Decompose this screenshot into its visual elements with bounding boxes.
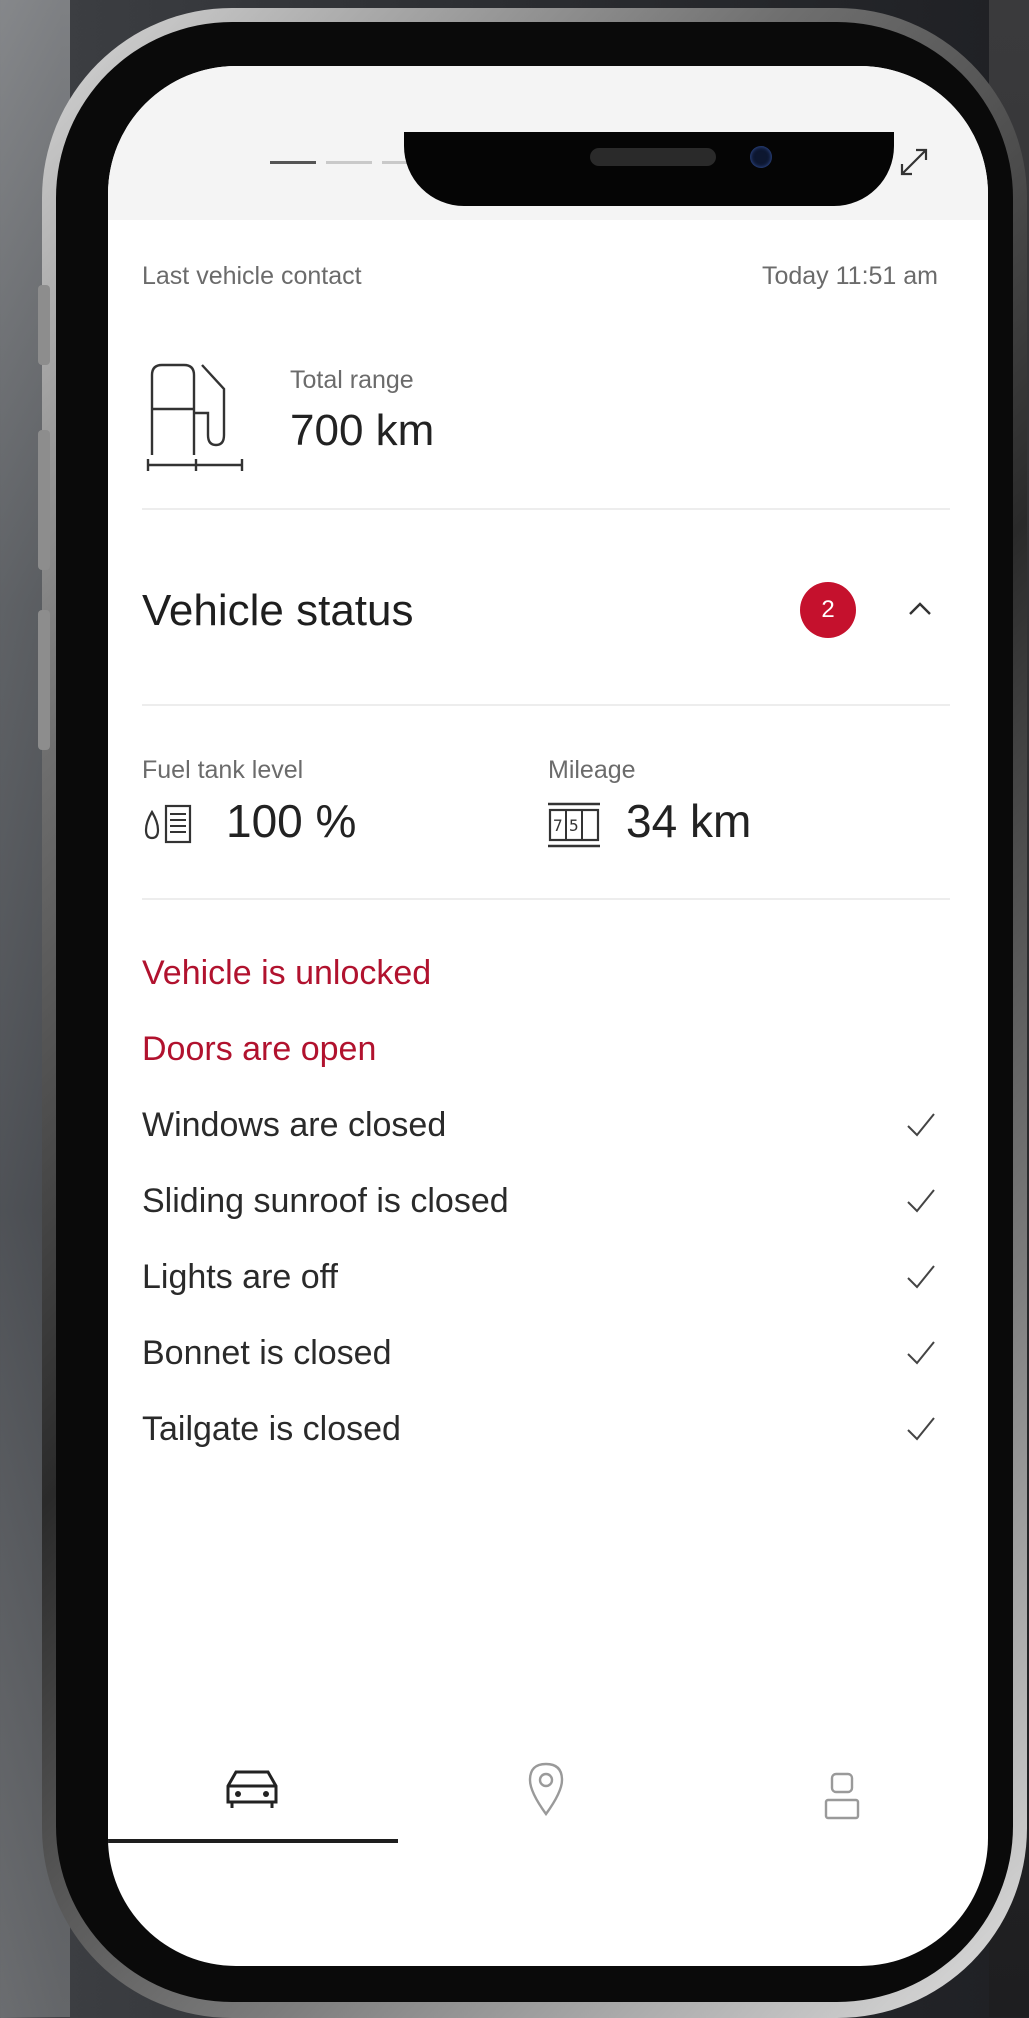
total-range-value: 700 km — [290, 406, 435, 455]
check-icon — [907, 1341, 935, 1365]
fuel-drop-icon — [144, 804, 192, 844]
front-camera — [750, 146, 772, 168]
vehicle-status-title[interactable]: Vehicle status — [142, 586, 414, 636]
fuel-tank-label: Fuel tank level — [142, 756, 304, 784]
odometer-icon: 7 5 — [548, 802, 600, 848]
location-pin-icon[interactable] — [528, 1762, 564, 1816]
check-icon — [907, 1189, 935, 1213]
last-contact-time: Today 11:51 am — [761, 262, 938, 290]
alert-unlocked: Vehicle is unlocked — [142, 954, 432, 992]
expand-icon[interactable] — [894, 142, 934, 182]
page-dot[interactable] — [326, 161, 372, 164]
mute-switch — [38, 285, 50, 365]
alert-doors-open: Doors are open — [142, 1030, 377, 1068]
volume-down-button — [38, 610, 50, 750]
car-icon[interactable] — [222, 1766, 282, 1810]
speaker-grille — [590, 148, 716, 166]
last-contact-label: Last vehicle contact — [142, 262, 362, 290]
notch — [404, 132, 894, 206]
app-screen: Last vehicle contact Today 11:51 am Tota… — [108, 66, 988, 1966]
volume-up-button — [38, 430, 50, 570]
fuel-tank-value: 100 % — [226, 795, 357, 847]
mileage-label: Mileage — [548, 756, 636, 784]
check-icon — [907, 1417, 935, 1441]
svg-text:5: 5 — [569, 816, 579, 835]
divider — [142, 508, 950, 510]
active-tab-indicator — [108, 1839, 398, 1843]
divider — [142, 898, 950, 900]
divider — [142, 704, 950, 706]
total-range-label: Total range — [290, 366, 414, 394]
status-sunroof: Sliding sunroof is closed — [142, 1182, 509, 1220]
mileage-value: 34 km — [626, 795, 752, 847]
check-icon — [907, 1265, 935, 1289]
check-icon — [907, 1113, 935, 1137]
status-windows: Windows are closed — [142, 1106, 447, 1144]
status-tailgate: Tailgate is closed — [142, 1410, 401, 1448]
profile-icon[interactable] — [824, 1772, 860, 1820]
fuel-pump-range-icon — [146, 363, 244, 471]
chevron-up-icon[interactable] — [903, 592, 937, 626]
page-dot[interactable] — [270, 161, 316, 164]
svg-text:7: 7 — [553, 816, 563, 835]
status-badge: 2 — [800, 582, 856, 638]
status-bonnet: Bonnet is closed — [142, 1334, 392, 1372]
status-lights: Lights are off — [142, 1258, 338, 1296]
